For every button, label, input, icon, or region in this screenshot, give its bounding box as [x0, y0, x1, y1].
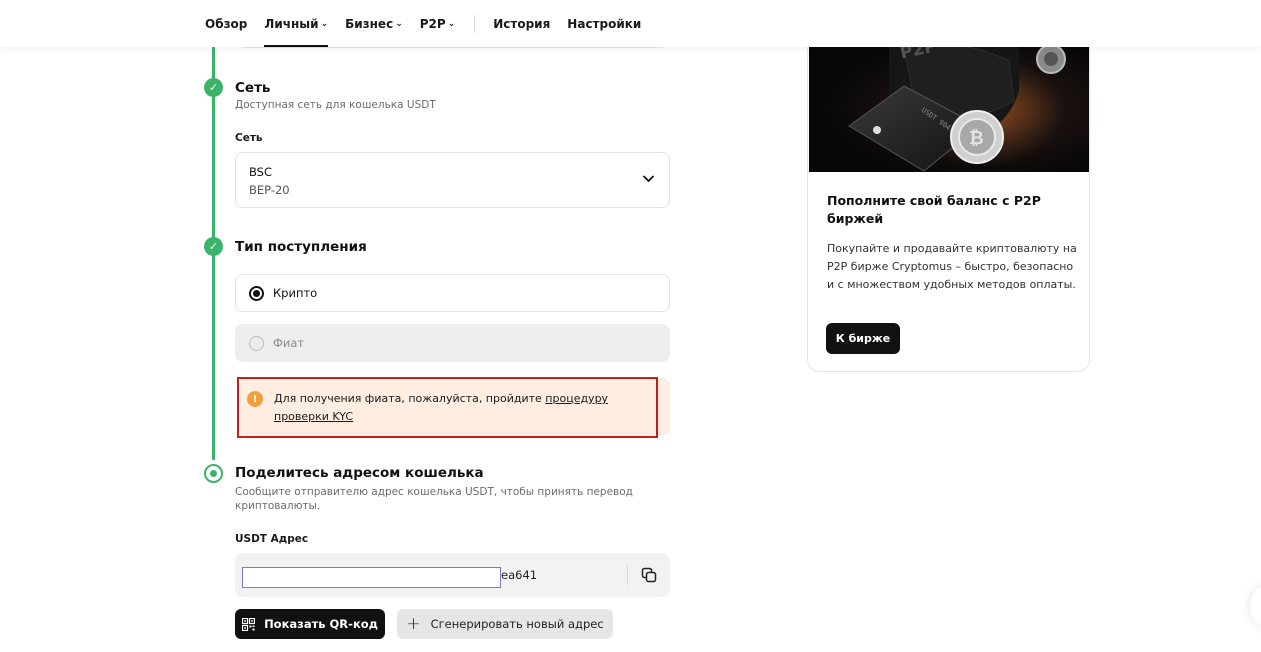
copy-icon[interactable] — [641, 567, 657, 583]
nav-item-personal[interactable]: Личный ⌄ — [264, 0, 328, 47]
nav-item-label: Личный — [264, 16, 319, 31]
generate-address-label: Сгенерировать новый адрес — [430, 617, 604, 631]
network-select-value: BSC — [249, 165, 273, 179]
nav-item-label: Настройки — [567, 16, 642, 31]
top-navigation: Обзор Личный ⌄ Бизнес ⌄ P2P ⌄ История На… — [0, 0, 1261, 47]
check-icon: ✓ — [204, 237, 223, 256]
alert-background — [656, 378, 670, 436]
share-step-subtitle: Сообщите отправителю адрес кошелька USDT… — [235, 486, 633, 512]
kyc-alert: ! Для получения фиата, пожалуйста, пройд… — [237, 377, 658, 438]
p2p-promo-image: USDT 9041 P2P ₿ — [809, 31, 1089, 172]
chevron-down-icon: ⌄ — [447, 18, 456, 29]
network-select[interactable]: BSC BEP-20 — [235, 152, 670, 208]
promo-title: Пополните свой баланс с P2P биржей — [827, 193, 1041, 226]
chevron-down-icon: ⌄ — [320, 18, 329, 29]
radio-label: Крипто — [273, 286, 318, 300]
radio-selected-icon — [249, 285, 264, 301]
address-field-label: USDT Адрес — [235, 533, 309, 545]
nav-item-business[interactable]: Бизнес ⌄ — [345, 0, 403, 47]
show-qr-button[interactable]: Показать QR-код — [235, 609, 385, 639]
radio-option-fiat[interactable]: Фиат — [235, 324, 670, 362]
chevron-down-icon — [642, 172, 655, 187]
radio-label: Фиат — [273, 336, 305, 350]
qr-code-icon — [242, 617, 256, 631]
nav-item-history[interactable]: История — [493, 0, 550, 47]
chevron-down-icon: ⌄ — [395, 18, 403, 29]
network-select-standard: BEP-20 — [249, 183, 290, 197]
p2p-promo-card: USDT 9041 P2P ₿ Пополните свой баланс с … — [807, 30, 1090, 372]
nav-divider — [474, 14, 476, 33]
network-step-title: Сеть — [235, 80, 271, 96]
nav-item-settings[interactable]: Настройки — [567, 0, 641, 47]
receipt-step-title: Тип поступления — [235, 239, 367, 255]
nav-item-label: Обзор — [205, 16, 248, 31]
nav-item-label: Бизнес — [345, 16, 394, 31]
address-redacted-input[interactable] — [242, 567, 501, 588]
nav-item-p2p[interactable]: P2P ⌄ — [420, 0, 456, 47]
nav-item-label: P2P — [419, 16, 446, 31]
address-value-tail: ea641 — [501, 568, 538, 582]
warning-icon: ! — [247, 391, 263, 407]
nav-menu: Обзор Личный ⌄ Бизнес ⌄ P2P ⌄ История На… — [205, 0, 658, 47]
plus-icon: + — [406, 614, 421, 634]
network-field-label: Сеть — [235, 132, 263, 144]
support-widget-edge[interactable] — [1250, 586, 1261, 626]
check-icon: ✓ — [204, 78, 223, 97]
generate-address-button[interactable]: + Сгенерировать новый адрес — [397, 609, 613, 639]
promo-description: Покупайте и продавайте криптовалюту на P… — [827, 242, 1077, 291]
radio-option-crypto[interactable]: Крипто — [235, 274, 670, 312]
network-step-subtitle: Доступная сеть для кошелька USDT — [235, 99, 436, 111]
share-step-title: Поделитесь адресом кошелька — [235, 465, 484, 481]
p2p-illustration: USDT 9041 P2P ₿ — [848, 31, 1066, 172]
current-step-icon — [204, 464, 223, 483]
nav-item-label: История — [493, 16, 551, 31]
alert-message: Для получения фиата, пожалуйста, пройдит… — [274, 390, 654, 426]
address-divider — [627, 565, 628, 585]
radio-unselected-icon — [249, 335, 264, 351]
alert-text: Для получения фиата, пожалуйста, пройдит… — [274, 392, 546, 405]
show-qr-label: Показать QR-код — [264, 617, 378, 631]
nav-item-overview[interactable]: Обзор — [205, 0, 247, 47]
address-field: ea641 — [235, 553, 670, 597]
svg-text:₿: ₿ — [969, 128, 984, 149]
go-to-exchange-button[interactable]: К бирже — [826, 323, 900, 354]
